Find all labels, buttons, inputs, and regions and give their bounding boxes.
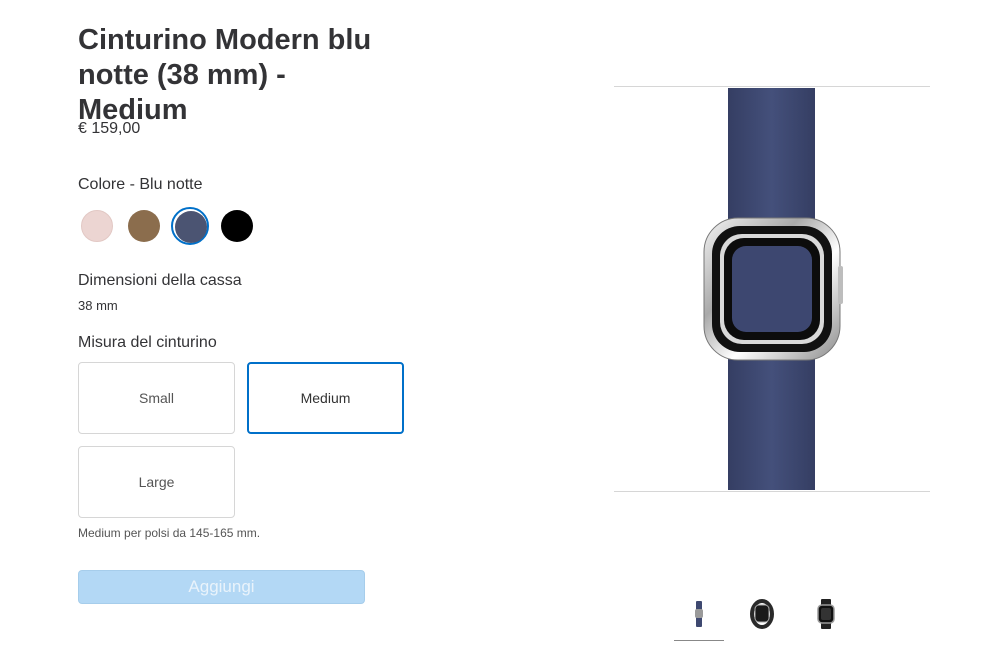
size-option-small[interactable]: Small (78, 362, 235, 434)
case-size-label: Dimensioni della cassa (78, 272, 242, 289)
swatch-blu-notte[interactable] (171, 207, 209, 245)
size-option-large[interactable]: Large (78, 446, 235, 518)
swatch-marrone[interactable] (125, 207, 163, 245)
thumbnail-band-side[interactable] (674, 596, 724, 641)
swatch-rosa[interactable] (78, 207, 116, 245)
case-size-value: 38 mm (78, 298, 118, 313)
color-label: Colore - Blu notte (78, 176, 203, 193)
band-size-label: Misura del cinturino (78, 334, 217, 351)
product-image (614, 86, 930, 492)
swatch-nero[interactable] (218, 207, 256, 245)
product-title: Cinturino Modern blu notte (38 mm) - Med… (78, 24, 372, 127)
watch-side-icon (750, 599, 774, 629)
thumbnail-watch-side[interactable] (737, 596, 787, 640)
size-hint: Medium per polsi da 145-165 mm. (78, 526, 261, 540)
thumbnail-watch-front[interactable] (801, 596, 851, 640)
product-price: € 159,00 (78, 120, 141, 137)
size-option-medium[interactable]: Medium (247, 362, 404, 434)
add-to-bag-button[interactable]: Aggiungi (78, 570, 365, 604)
watch-front-icon (817, 599, 835, 629)
band-side-icon (695, 601, 703, 627)
